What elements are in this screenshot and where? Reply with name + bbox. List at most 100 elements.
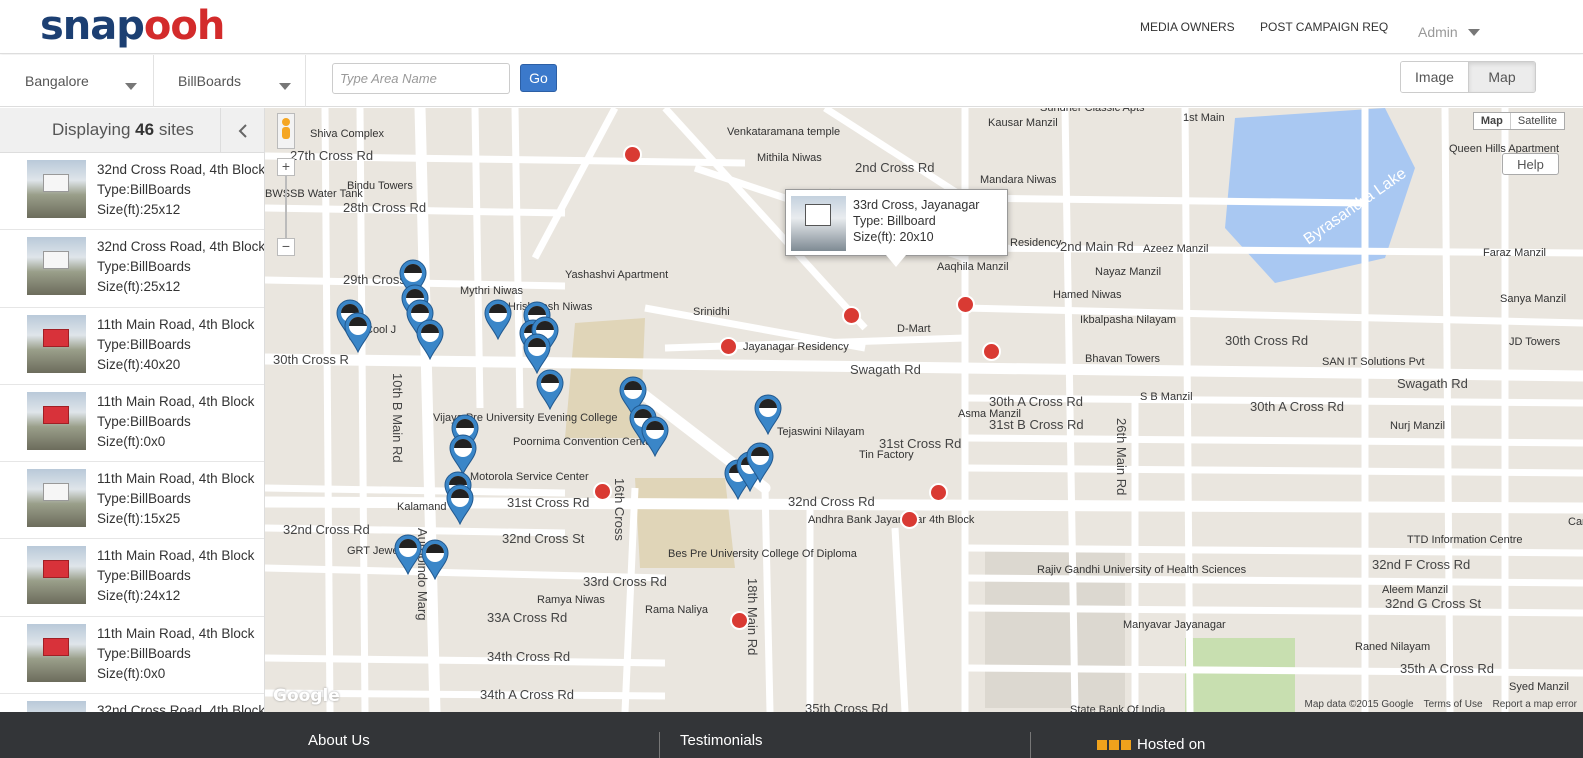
billboard-marker-icon[interactable] (343, 311, 373, 354)
sites-count-header: Displaying 46 sites (0, 108, 264, 153)
map-label: 32nd F Cross Rd (1372, 557, 1471, 572)
billboard-marker-icon[interactable] (448, 433, 478, 476)
top-header: snapooh MEDIA OWNERS POST CAMPAIGN REQ A… (0, 0, 1583, 54)
map-type-satellite-button[interactable]: Satellite (1509, 113, 1564, 129)
area-search-input[interactable] (332, 63, 510, 94)
restaurant-poi-icon[interactable] (929, 483, 948, 502)
map-type-map-button[interactable]: Map (1474, 113, 1510, 129)
help-button[interactable]: Help (1502, 153, 1559, 175)
nav-post-campaign[interactable]: POST CAMPAIGN REQ (1260, 0, 1388, 54)
zoom-out-button[interactable]: − (277, 238, 295, 256)
site-info-type: Type: Billboard (853, 214, 936, 228)
pegman-icon (282, 118, 290, 139)
map-label: Manyavar Jayanagar (1123, 619, 1226, 631)
site-type: Type:BillBoards (97, 568, 191, 584)
map-label: Nayaz Manzil (1095, 266, 1162, 278)
map-view[interactable]: Shiva Complex 27th Cross Rd Bindu Towers 28… (265, 108, 1583, 712)
site-list-item[interactable]: 32nd Cross Road, 4th Block Type:BillBoard… (0, 153, 265, 231)
map-label: 32nd G Cross St (1385, 596, 1482, 611)
billboard-marker-icon[interactable] (420, 538, 450, 581)
footer-testimonials-link[interactable]: Testimonials (680, 732, 763, 749)
restaurant-poi-icon[interactable] (842, 306, 861, 325)
map-label: Aleem Manzil (1382, 584, 1449, 596)
map-label: 28th Cross Rd (343, 200, 427, 215)
map-label: Hamed Niwas (1053, 289, 1122, 301)
report-error-link[interactable]: Report a map error (1493, 699, 1577, 710)
chevron-down-icon (1467, 28, 1480, 36)
site-thumbnail (27, 546, 86, 605)
billboard-marker-icon[interactable] (745, 441, 775, 484)
map-label: Andhra Bank Jayanagar 4th Block (808, 514, 975, 526)
hosted-on: Hosted on (1097, 736, 1205, 753)
collapse-sidebar-button[interactable] (220, 108, 264, 153)
restaurant-poi-icon[interactable] (982, 342, 1001, 361)
site-list-item[interactable]: 11th Main Road, 4th Block Type:BillBoards… (0, 462, 264, 540)
map-label: Carm (1568, 516, 1583, 528)
site-title: 32nd Cross Road, 4th Block (97, 703, 265, 712)
map-label: 33rd Cross Rd (583, 574, 667, 589)
site-list-item[interactable]: 11th Main Road, 4th Block Type:BillBoards… (0, 617, 264, 695)
map-label: 31st Cross Rd (507, 495, 590, 510)
sites-count-text: Displaying 46 sites (52, 120, 194, 139)
map-attribution: Map data ©2015 Google Terms of Use Repor… (1304, 699, 1577, 710)
map-label: Mandara Niwas (980, 174, 1057, 186)
map-label: Yashashvi Apartment (565, 269, 669, 281)
restaurant-poi-icon[interactable] (956, 295, 975, 314)
nav-media-owners[interactable]: MEDIA OWNERS (1140, 0, 1235, 54)
map-label: 34th A Cross Rd (480, 687, 574, 702)
view-toggle: Image Map (1400, 61, 1536, 93)
map-label: 30th Cross R (273, 352, 349, 367)
billboard-marker-icon[interactable] (393, 533, 423, 576)
terms-link[interactable]: Terms of Use (1424, 699, 1483, 710)
snapooh-logo[interactable]: snapooh (40, 2, 225, 50)
go-button[interactable]: Go (520, 64, 557, 92)
site-title: 11th Main Road, 4th Block (97, 316, 255, 332)
site-title: 11th Main Road, 4th Block (97, 625, 255, 641)
map-view-button[interactable]: Map (1468, 62, 1535, 92)
zoom-in-button[interactable]: + (277, 158, 295, 176)
billboard-marker-icon[interactable] (415, 318, 445, 361)
billboard-marker-icon[interactable] (483, 298, 513, 341)
site-list-item[interactable]: 32nd Cross Road, 4th Block Type:BillBoard… (0, 230, 264, 308)
billboard-marker-icon[interactable] (753, 393, 783, 436)
restaurant-poi-icon[interactable] (730, 611, 749, 630)
map-label: Sundher Classic Apts (1040, 108, 1145, 114)
image-view-button[interactable]: Image (1401, 62, 1468, 92)
billboard-marker-icon[interactable] (445, 483, 475, 526)
site-type: Type:BillBoards (97, 182, 191, 197)
restaurant-poi-icon[interactable] (719, 337, 738, 356)
site-list-item[interactable]: 11th Main Road, 4th Block Type:BillBoards… (0, 539, 264, 617)
map-label: 30th A Cross Rd (1250, 399, 1344, 414)
media-type-dropdown[interactable]: BillBoards (178, 55, 291, 107)
site-info-window[interactable]: 33rd Cross, Jayanagar Type: Billboard Si… (785, 189, 1008, 267)
site-list-item[interactable]: 11th Main Road, 4th Block Type:BillBoards… (0, 308, 264, 385)
street-view-pegman-icon[interactable] (277, 113, 295, 149)
map-label: SAN IT Solutions Pvt (1322, 356, 1425, 368)
map-label: Venkataramana temple (727, 126, 841, 138)
site-title: 32nd Cross Road, 4th Block (97, 162, 265, 177)
site-thumbnail (27, 701, 86, 712)
billboard-marker-icon[interactable] (640, 415, 670, 458)
city-dropdown[interactable]: Bangalore (25, 55, 140, 107)
site-thumbnail (27, 623, 86, 682)
restaurant-poi-icon[interactable] (900, 510, 919, 529)
map-label: 30th Cross Rd (1225, 333, 1309, 348)
site-list-item[interactable]: 11th Main Road, 4th Block Type:BillBoards… (0, 385, 264, 463)
map-label: Syed Manzil (1509, 681, 1569, 693)
map-label: 2nd Cross Rd (855, 160, 935, 175)
restaurant-poi-icon[interactable] (593, 482, 612, 501)
site-title: 11th Main Road, 4th Block (97, 471, 255, 487)
map-label: JD Towers (1509, 336, 1561, 348)
map-label: 31st B Cross Rd (989, 417, 1084, 432)
map-label: 35th A Cross Rd (1400, 661, 1494, 676)
zoom-slider[interactable] (285, 176, 287, 238)
site-list-item[interactable]: 32nd Cross Road, 4th Block (0, 694, 264, 712)
divider (659, 732, 660, 758)
map-label: 26th Main Rd (1114, 418, 1129, 496)
site-type: Type:BillBoards (97, 259, 191, 275)
chevron-left-icon (238, 123, 247, 138)
zoom-control: + − (277, 158, 295, 256)
restaurant-poi-icon[interactable] (623, 145, 642, 164)
footer-about-link[interactable]: About Us (308, 732, 370, 749)
billboard-marker-icon[interactable] (535, 368, 565, 411)
